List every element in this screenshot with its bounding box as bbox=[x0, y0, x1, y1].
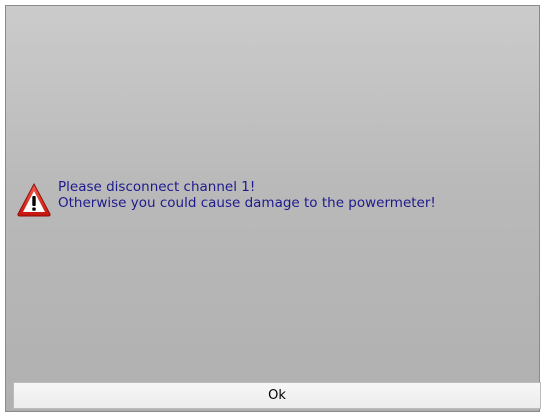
warning-triangle-icon bbox=[16, 182, 52, 218]
message-text: Please disconnect channel 1! Otherwise y… bbox=[58, 179, 436, 211]
message-line-1: Please disconnect channel 1! bbox=[58, 179, 256, 195]
message-line-2: Otherwise you could cause damage to the … bbox=[58, 195, 436, 211]
warning-dialog: Please disconnect channel 1! Otherwise y… bbox=[5, 5, 541, 412]
ok-button[interactable]: Ok bbox=[13, 382, 541, 409]
message-row: Please disconnect channel 1! Otherwise y… bbox=[16, 179, 436, 218]
